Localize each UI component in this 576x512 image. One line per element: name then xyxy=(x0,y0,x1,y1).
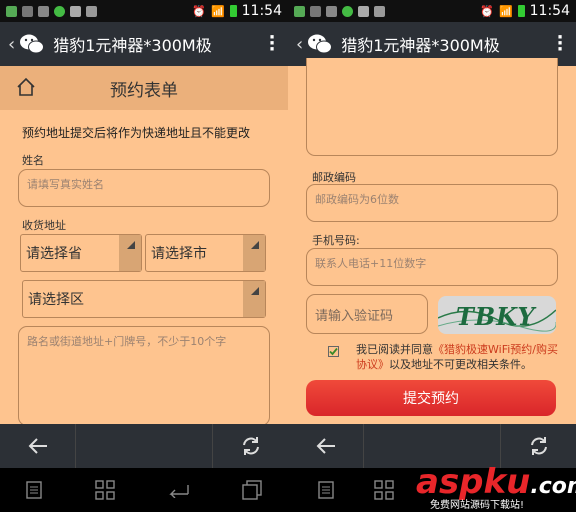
city-select[interactable]: 请选择市 xyxy=(145,234,266,272)
watermark-tagline: 免费网站源码下载站! xyxy=(430,500,525,511)
menu-icon[interactable] xyxy=(318,481,334,499)
phone-label: 手机号码: xyxy=(312,234,360,247)
refresh-icon xyxy=(530,437,547,455)
submit-button[interactable]: 提交预约 xyxy=(306,380,556,416)
notification-icon xyxy=(22,5,33,17)
district-value: 请选择区 xyxy=(28,292,84,308)
alarm-icon: ⏰ xyxy=(192,4,206,18)
back-chevron-icon[interactable]: ‹ xyxy=(8,34,15,55)
status-bar: ⏰ 📶 11:54 xyxy=(288,0,576,22)
wechat-notify-icon xyxy=(342,5,353,17)
browser-nav-bar xyxy=(0,424,288,468)
wechat-icon xyxy=(308,34,333,54)
postcode-label: 邮政编码 xyxy=(312,171,356,184)
usb-icon xyxy=(38,5,49,17)
street-input[interactable] xyxy=(306,58,558,156)
dropdown-arrow-icon xyxy=(243,281,265,317)
arrow-left-icon xyxy=(28,438,47,454)
app-title: 猎豹1元神器*300M极 xyxy=(53,36,212,55)
back-button[interactable] xyxy=(0,424,75,468)
usb-icon xyxy=(326,5,337,17)
wechat-icon xyxy=(20,34,45,54)
notification-icon xyxy=(294,5,305,17)
back-button[interactable] xyxy=(288,424,363,468)
menu-icon[interactable] xyxy=(26,481,42,499)
captcha-input[interactable]: 请输入验证码 xyxy=(306,294,428,334)
apps-grid-icon[interactable] xyxy=(374,480,394,500)
more-menu-icon[interactable]: · · · xyxy=(264,29,280,59)
dropdown-arrow-icon xyxy=(243,235,265,271)
home-notify-icon xyxy=(374,5,385,17)
dropdown-arrow-icon xyxy=(119,235,141,271)
clock: 11:54 xyxy=(529,3,570,19)
back-nav-icon[interactable] xyxy=(167,482,189,498)
postcode-input[interactable]: 邮政编码为6位数 xyxy=(306,184,558,222)
apps-grid-icon[interactable] xyxy=(95,480,115,500)
notification-icon xyxy=(6,5,17,17)
wechat-notify-icon xyxy=(54,5,65,17)
captcha-image[interactable]: TBKY xyxy=(438,296,556,334)
city-value: 请选择市 xyxy=(151,246,207,262)
app-bar: ‹ 猎豹1元神器*300M极 · · · xyxy=(0,22,288,66)
more-menu-icon[interactable]: · · · xyxy=(552,29,568,59)
home-notify-icon xyxy=(86,5,97,17)
home-icon[interactable] xyxy=(16,77,36,97)
notification-icon xyxy=(358,5,369,17)
recent-apps-icon[interactable] xyxy=(242,480,262,500)
street-input[interactable]: 路名或街道地址+门牌号，不少于10个字 xyxy=(18,326,270,426)
address-notice: 预约地址提交后将作为快递地址且不能更改 xyxy=(22,126,251,140)
system-nav-bar xyxy=(0,468,288,512)
agreement-text: 我已阅读并同意《猎豹极速WiFi预约/购买协议》以及地址不可更改相关条件。 xyxy=(356,342,566,372)
wifi-icon: 📶 xyxy=(210,4,225,18)
battery-icon xyxy=(517,5,525,17)
district-select[interactable]: 请选择区 xyxy=(22,280,266,318)
province-value: 请选择省 xyxy=(26,246,82,262)
form-header: 预约表单 xyxy=(0,66,288,110)
agree-suffix: 以及地址不可更改相关条件。 xyxy=(389,358,532,371)
refresh-icon xyxy=(242,437,259,455)
site-watermark: aspku.com 免费网站源码下载站! xyxy=(416,462,576,512)
province-select[interactable]: 请选择省 xyxy=(20,234,142,272)
form-title: 预约表单 xyxy=(110,80,178,101)
clock: 11:54 xyxy=(241,3,282,19)
captcha-text: TBKY xyxy=(456,302,536,331)
back-chevron-icon[interactable]: ‹ xyxy=(296,34,303,55)
alarm-icon: ⏰ xyxy=(480,4,494,18)
name-input[interactable]: 请填写真实姓名 xyxy=(18,169,270,207)
agree-checkbox[interactable] xyxy=(328,346,339,357)
refresh-button[interactable] xyxy=(213,424,288,468)
battery-icon xyxy=(229,5,237,17)
name-label: 姓名 xyxy=(22,154,44,167)
right-screen: ⏰ 📶 11:54 ‹ 猎豹1元神器*300M极 · · · 邮政编码 邮政编码为6… xyxy=(288,0,576,512)
notification-icon xyxy=(70,5,81,17)
left-screen: ⏰ 📶 11:54 ‹ 猎豹1元神器*300M极 · · · 预约表单 预约地址提交… xyxy=(0,0,288,512)
arrow-left-icon xyxy=(316,438,335,454)
agree-prefix: 我已阅读并同意 xyxy=(356,343,433,356)
app-title: 猎豹1元神器*300M极 xyxy=(341,36,500,55)
status-bar: ⏰ 📶 11:54 xyxy=(0,0,288,22)
phone-input[interactable]: 联系人电话+11位数字 xyxy=(306,248,558,286)
notification-icon xyxy=(310,5,321,17)
wifi-icon: 📶 xyxy=(498,4,513,18)
address-label: 收货地址 xyxy=(22,219,66,232)
